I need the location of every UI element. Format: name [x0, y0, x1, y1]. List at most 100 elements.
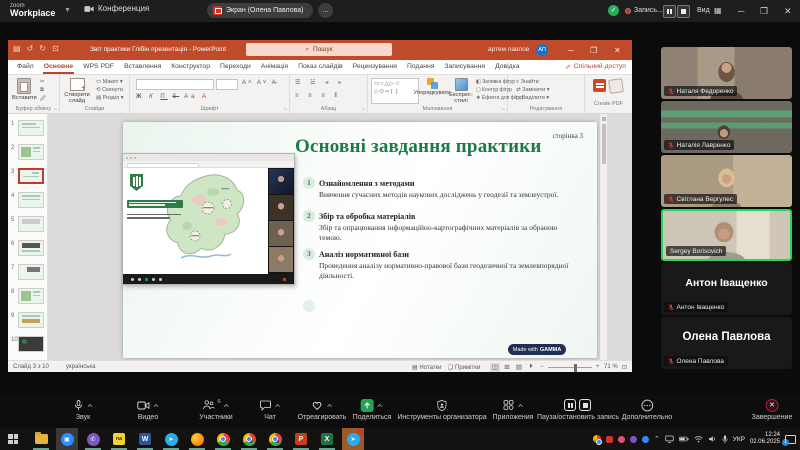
notes-button[interactable]: ▤ Нотатки: [412, 364, 442, 371]
format-painter-icon[interactable]: 🖉: [40, 95, 46, 104]
tab-help[interactable]: Довідка: [490, 60, 524, 74]
share-more-button[interactable]: ...: [318, 3, 333, 18]
slide-thumb-5[interactable]: 5: [8, 215, 47, 239]
redo-icon[interactable]: ↻: [39, 45, 46, 53]
taskbar-chrome[interactable]: [212, 431, 234, 447]
fit-slide-button[interactable]: ⊡: [622, 364, 627, 371]
chat-button[interactable]: Чат: [260, 398, 281, 421]
taskbar-chrome-profile-2[interactable]: [264, 431, 286, 447]
create-pdf-icons[interactable]: [593, 79, 623, 93]
quick-access-toolbar[interactable]: ▤ ↺ ↻ ⊡: [13, 45, 59, 53]
pause-recording-button[interactable]: [663, 5, 676, 18]
view-menu[interactable]: Вид: [697, 7, 710, 14]
hidden-icons-chevron[interactable]: ⌃: [654, 435, 660, 443]
tab-slideshow[interactable]: Показ слайдів: [293, 60, 348, 74]
zoom-in-button[interactable]: +: [596, 364, 600, 370]
close-button[interactable]: ✕: [784, 6, 792, 17]
tab-home[interactable]: Основне: [39, 60, 78, 74]
save-icon[interactable]: ▤: [13, 45, 21, 53]
taskbar-zoom[interactable]: ▣: [56, 428, 78, 450]
taskbar-word[interactable]: W: [134, 431, 156, 447]
participants-button[interactable]: 6 Участники: [199, 398, 232, 421]
tab-design[interactable]: Конструктор: [166, 60, 215, 74]
layout-button[interactable]: ▭ Макет ▾: [96, 79, 123, 85]
comments-button[interactable]: ❑ Примітки: [448, 364, 480, 371]
list-buttons[interactable]: ☰ ☱ ⫷ ⫸: [295, 79, 346, 87]
taskbar-excel[interactable]: X: [316, 431, 338, 447]
participant-tile-2[interactable]: Наталія Лавренко: [661, 101, 792, 153]
language-indicator[interactable]: українська: [66, 364, 96, 370]
security-shield-icon[interactable]: ✓: [608, 5, 619, 16]
font-style-buttons[interactable]: Ж К П S Аа А: [136, 94, 209, 100]
stop-recording-button[interactable]: [677, 5, 690, 18]
tab-insert[interactable]: Вставлення: [119, 60, 166, 74]
host-tools-button[interactable]: Инструменты организатора: [397, 398, 486, 421]
grid-view-icon[interactable]: ▦: [714, 6, 722, 15]
drawing-dialog-launcher-icon[interactable]: ⌙: [502, 106, 506, 112]
tray-chrome-icon[interactable]: [593, 435, 601, 443]
tab-wps-pdf[interactable]: WPS PDF: [78, 60, 119, 74]
slide-thumb-3-active[interactable]: 3: [8, 167, 47, 191]
strikethrough-button[interactable]: S: [172, 94, 179, 100]
action-center-button[interactable]: 1: [785, 435, 796, 444]
participant-tile-3[interactable]: Світлана Вергулес: [661, 155, 792, 207]
tray-pink-app-icon[interactable]: [618, 436, 625, 443]
slide-sorter-button[interactable]: ⊞: [502, 363, 512, 372]
change-case-button[interactable]: Аа: [184, 94, 197, 100]
pause-recording-icon[interactable]: [564, 399, 576, 411]
share-document-button[interactable]: ⬀ Спільний доступ: [565, 63, 626, 71]
display-icon[interactable]: [665, 435, 674, 443]
reset-button[interactable]: ⟲ Скинути: [96, 87, 123, 93]
font-size-select[interactable]: [216, 79, 238, 90]
italic-button[interactable]: К: [149, 94, 156, 100]
slide-thumb-4[interactable]: 4: [8, 191, 47, 215]
slide-thumb-8[interactable]: 8: [8, 287, 47, 311]
shape-outline-button[interactable]: ▢ Контур фігур: [476, 87, 512, 93]
tab-conference[interactable]: Конференция: [84, 4, 149, 13]
screen-share-pill[interactable]: Экран (Олена Павлова): [207, 3, 313, 18]
arrange-button[interactable]: Упорядкувати: [418, 78, 446, 96]
tray-mic-icon[interactable]: [722, 435, 728, 444]
participant-tile-1[interactable]: Наталя Федоренко: [661, 47, 792, 99]
find-button[interactable]: ⌕ Знайти: [516, 79, 539, 86]
video-button[interactable]: Видео: [137, 398, 159, 421]
ppt-minimize-button[interactable]: ─: [568, 46, 574, 55]
wifi-icon[interactable]: [694, 435, 703, 443]
slide-thumb-10[interactable]: 10: [8, 335, 47, 359]
shapes-gallery[interactable]: ▭○△▷☆◇⬭⇨{ }: [371, 78, 419, 104]
align-buttons[interactable]: ≡ ≡ ≡ ⫴: [295, 93, 341, 100]
undo-icon[interactable]: ↺: [27, 45, 34, 53]
slideshow-view-button[interactable]: ⏵: [526, 363, 536, 372]
zoom-slider-thumb[interactable]: [574, 364, 577, 372]
dialog-launcher-icon[interactable]: ⌙: [54, 106, 58, 112]
chevron-up-icon[interactable]: [377, 403, 383, 408]
taskbar-firefox[interactable]: [186, 431, 208, 447]
taskbar-nanocad[interactable]: na: [108, 431, 130, 447]
cut-icon[interactable]: ✂: [40, 79, 45, 85]
speaker-icon[interactable]: [708, 435, 717, 443]
more-button[interactable]: Дополнительно: [622, 398, 672, 421]
chevron-up-icon[interactable]: [87, 403, 93, 408]
account-name[interactable]: артем павлов: [488, 46, 529, 53]
paragraph-dialog-launcher-icon[interactable]: ⌙: [362, 106, 366, 112]
share-screen-button[interactable]: Поделиться: [353, 398, 392, 421]
minimize-button[interactable]: ─: [738, 6, 744, 16]
font-name-select[interactable]: [136, 79, 214, 90]
taskbar-chrome-profile-1[interactable]: [238, 431, 260, 447]
tab-review[interactable]: Рецензування: [348, 60, 402, 74]
chevron-up-icon[interactable]: [275, 403, 281, 408]
language-switcher[interactable]: УКР: [733, 436, 745, 443]
restore-button[interactable]: ❐: [760, 6, 768, 17]
tab-animations[interactable]: Анімація: [256, 60, 293, 74]
select-button[interactable]: ▷ Виділити ▾: [516, 95, 549, 101]
taskbar-powerpoint[interactable]: P: [290, 431, 312, 447]
slide-thumb-9[interactable]: 9: [8, 311, 47, 335]
chevron-up-icon[interactable]: [518, 403, 524, 408]
search-box[interactable]: ⌕ Пошук: [246, 43, 392, 56]
ppt-restore-button[interactable]: ❐: [590, 46, 597, 55]
tab-transitions[interactable]: Переходи: [215, 60, 256, 74]
tab-recording[interactable]: Записування: [439, 60, 490, 74]
taskbar-telegram-active[interactable]: ➤: [342, 428, 364, 450]
tray-red-app-icon[interactable]: [606, 436, 613, 443]
editor-scrollbar[interactable]: [599, 114, 607, 360]
